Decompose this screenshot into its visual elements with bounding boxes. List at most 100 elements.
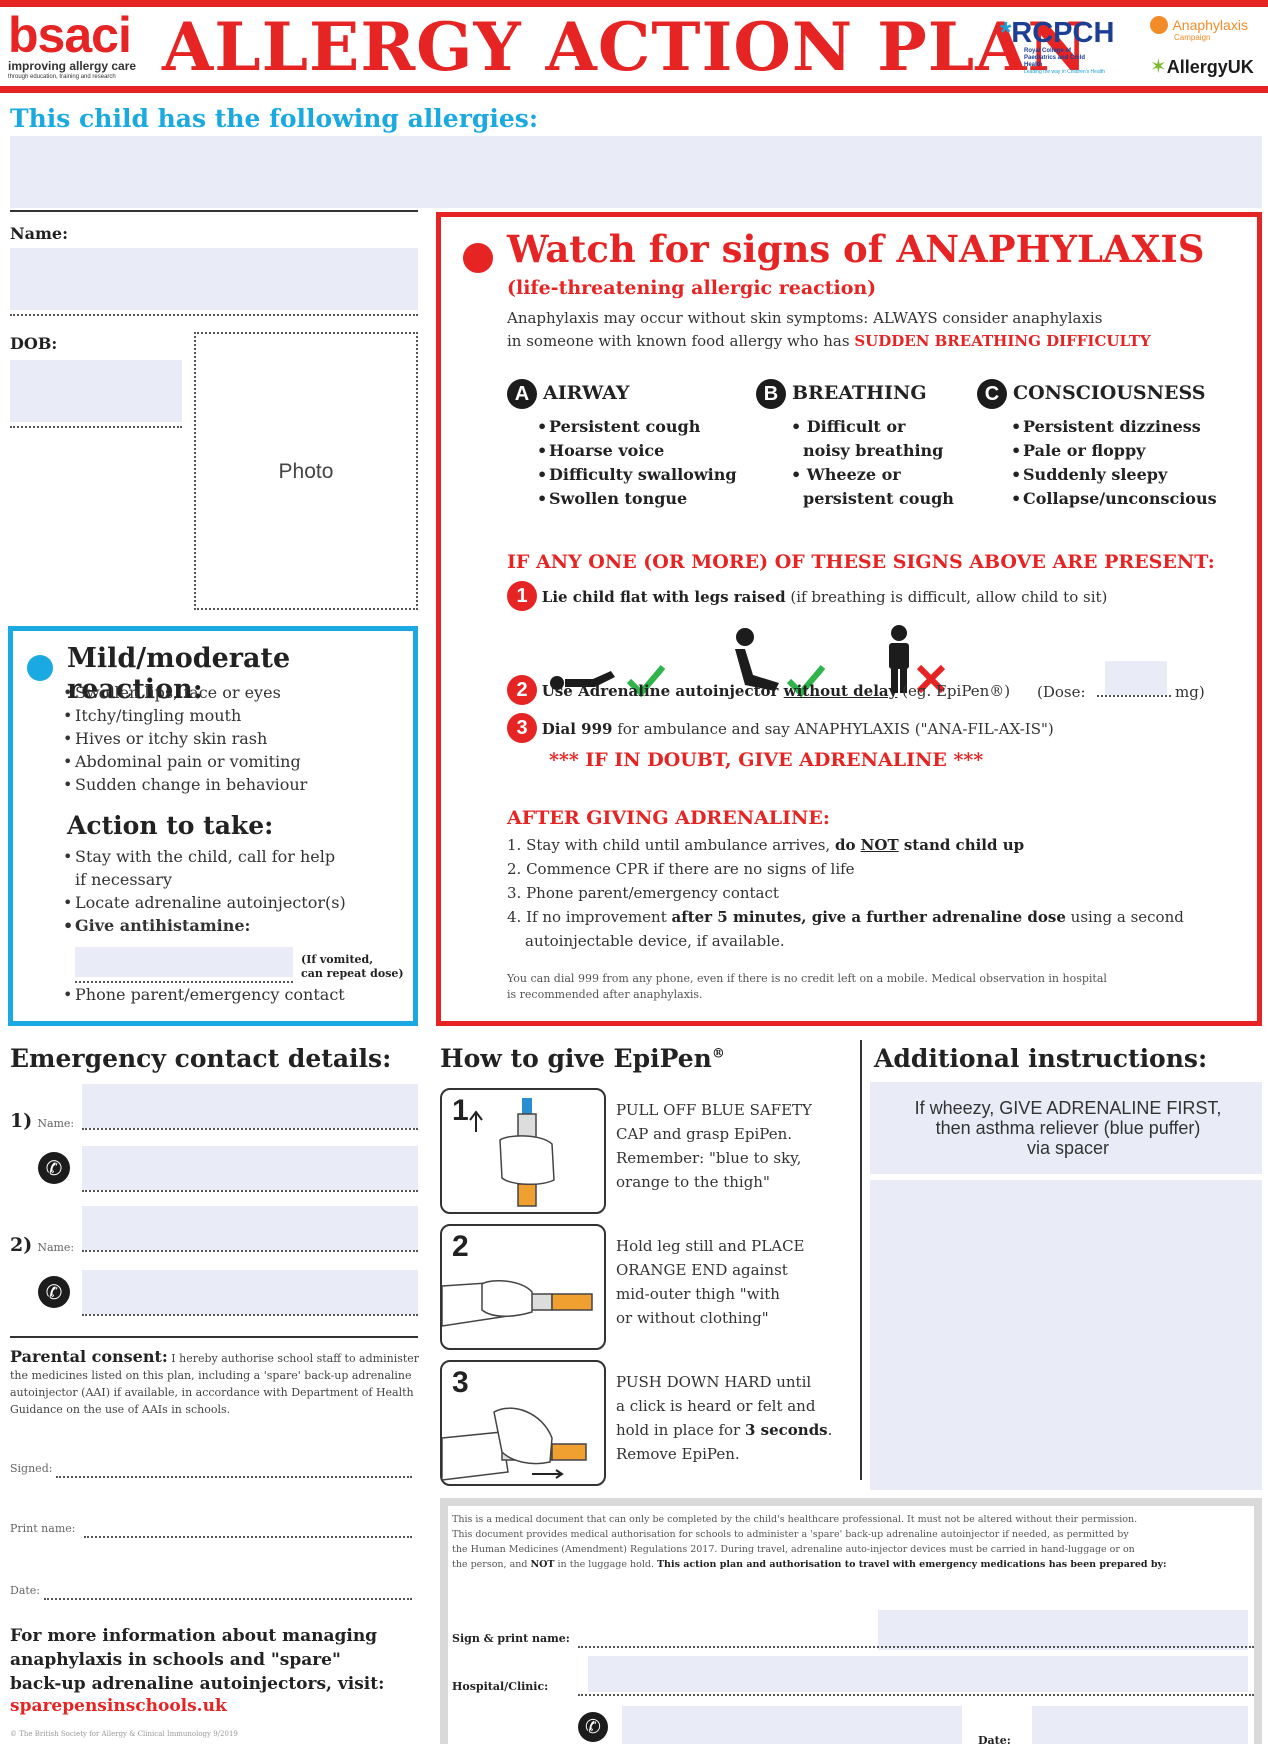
allergyuk-logo: ✶AllergyUK xyxy=(1150,56,1254,78)
list-item: Persistent cough xyxy=(537,415,737,439)
auth-date-field[interactable] xyxy=(1032,1706,1248,1744)
sign-field[interactable] xyxy=(578,1646,1254,1648)
hospital-field-fill[interactable] xyxy=(588,1656,1248,1692)
contact-1-label: 1) Name: xyxy=(10,1110,75,1132)
red-dot-icon xyxy=(463,243,493,273)
list-item: noisy breathing xyxy=(803,441,944,460)
sparepens-link[interactable]: sparepensinschools.uk xyxy=(10,1696,227,1716)
list-item: 1. Stay with child until ambulance arriv… xyxy=(507,836,1025,854)
emergency-heading: Emergency contact details: xyxy=(10,1044,392,1073)
dotline xyxy=(10,426,182,428)
dotline xyxy=(82,1314,418,1316)
list-item: Swollen lips, face or eyes xyxy=(63,681,307,704)
list-item: Phone parent/emergency contact xyxy=(63,983,345,1006)
divider xyxy=(10,210,418,212)
allergies-heading: This child has the following allergies: xyxy=(10,104,539,133)
header-red-bar xyxy=(0,86,1268,93)
list-item: Difficulty swallowing xyxy=(537,463,737,487)
list-item: Locate adrenaline autoinjector(s) xyxy=(63,891,346,914)
epipen-step-2-text: Hold leg still and PLACE ORANGE END again… xyxy=(616,1237,805,1327)
additional-instructions-field[interactable]: If wheezy, GIVE ADRENALINE FIRST, then a… xyxy=(870,1082,1262,1174)
page-title: ALLERGY ACTION PLAN xyxy=(162,8,1089,86)
action-heading: Action to take: xyxy=(67,811,274,840)
anaphylaxis-subheading: (life-threatening allergic reaction) xyxy=(507,277,877,299)
anaphylaxis-footnote: You can dial 999 from any phone, even if… xyxy=(507,972,1107,1001)
dob-label: DOB: xyxy=(10,334,58,353)
authorisation-text: This is a medical document that can only… xyxy=(452,1514,1167,1570)
list-item: Swollen tongue xyxy=(537,487,737,511)
photo-box[interactable]: Photo xyxy=(194,332,418,610)
additional-instructions-extra-field[interactable] xyxy=(870,1180,1262,1490)
signed-field[interactable] xyxy=(56,1476,412,1478)
phone-icon: ✆ xyxy=(38,1152,70,1184)
mild-symptoms: Swollen lips, face or eyes Itchy/tinglin… xyxy=(63,681,307,796)
breathing-list: • Difficult or noisy breathing • Wheeze … xyxy=(791,415,954,511)
list-item: 3. Phone parent/emergency contact xyxy=(507,884,779,902)
list-item: 4. If no improvement after 5 minutes, gi… xyxy=(507,908,1184,926)
phone-icon: ✆ xyxy=(578,1712,608,1742)
print-name-field[interactable] xyxy=(84,1536,412,1538)
arrow-right-icon xyxy=(532,1469,564,1479)
after-list: 1. Stay with child until ambulance arriv… xyxy=(507,833,1184,953)
antihistamine-note: (If vomited, can repeat dose) xyxy=(301,953,404,980)
consciousness-heading: C CONSCIOUSNESS xyxy=(977,379,1206,409)
contact-1-name-field[interactable] xyxy=(82,1084,418,1128)
letter-a-icon: A xyxy=(507,379,537,409)
epipen-heading: How to give EpiPen® xyxy=(440,1044,725,1073)
epipen-step-1-image: 1 xyxy=(440,1088,606,1214)
dob-field[interactable] xyxy=(10,360,182,422)
list-item: Persistent dizziness xyxy=(1011,415,1217,439)
list-item: Hoarse voice xyxy=(537,439,737,463)
photo-label: Photo xyxy=(278,460,334,483)
epipen-step-3-image: 3 xyxy=(440,1360,606,1486)
list-item: Hives or itchy skin rash xyxy=(63,727,307,750)
epipen-step-2-image: 2 xyxy=(440,1224,606,1350)
signed-label: Signed: xyxy=(10,1462,53,1475)
list-item: Sudden change in behaviour xyxy=(63,773,307,796)
epipen-step-1-text: PULL OFF BLUE SAFETY CAP and grasp EpiPen… xyxy=(616,1101,812,1191)
hospital-field[interactable] xyxy=(578,1694,1254,1696)
hospital-label: Hospital/Clinic: xyxy=(452,1680,549,1693)
anaphylaxis-intro: Anaphylaxis may occur without skin sympt… xyxy=(507,309,1151,350)
sign-label: Sign & print name: xyxy=(452,1632,570,1645)
date-field[interactable] xyxy=(44,1598,412,1600)
contact-2-name-field[interactable] xyxy=(82,1206,418,1250)
copyright: © The British Society for Allergy & Clin… xyxy=(10,1730,238,1738)
allergies-field[interactable] xyxy=(10,136,1262,208)
action-list-end: Phone parent/emergency contact xyxy=(63,983,345,1006)
more-info: For more information about managing anap… xyxy=(10,1626,385,1694)
dotline xyxy=(82,1190,418,1192)
print-name-label: Print name: xyxy=(10,1522,76,1535)
contact-2-phone-field[interactable] xyxy=(82,1270,418,1314)
airway-heading: A AIRWAY xyxy=(507,379,629,409)
step-2: 2 Use Adrenaline autoinjector without de… xyxy=(507,675,1010,705)
contact-1-phone-field[interactable] xyxy=(82,1146,418,1190)
consciousness-list: Persistent dizziness Pale or floppy Sudd… xyxy=(1011,415,1217,511)
mild-reaction-box: Mild/moderate reaction: Swollen lips, fa… xyxy=(8,626,418,1026)
step-3: 3 Dial 999 for ambulance and say ANAPHYL… xyxy=(507,713,1054,743)
authorisation-box: This is a medical document that can only… xyxy=(440,1498,1262,1744)
dotline xyxy=(82,1128,418,1130)
auth-date-label: Date: xyxy=(978,1734,1011,1744)
dotline xyxy=(1097,695,1171,697)
top-red-bar xyxy=(0,0,1268,7)
list-item: Abdominal pain or vomiting xyxy=(63,750,307,773)
hospital-phone-field[interactable] xyxy=(622,1706,962,1744)
list-item: Itchy/tingling mouth xyxy=(63,704,307,727)
parental-consent: Parental consent: I hereby authorise sch… xyxy=(10,1347,420,1416)
phone-icon: ✆ xyxy=(38,1276,70,1308)
letter-c-icon: C xyxy=(977,379,1007,409)
column-divider xyxy=(860,1040,862,1480)
list-item: autoinjectable device, if available. xyxy=(525,932,785,950)
airway-list: Persistent cough Hoarse voice Difficulty… xyxy=(537,415,737,511)
epipen-step-3-text: PUSH DOWN HARD until a click is heard or … xyxy=(616,1373,833,1463)
dose-field[interactable] xyxy=(1105,661,1167,695)
action-list: Stay with the child, call for helpif nec… xyxy=(63,845,346,937)
list-item: persistent cough xyxy=(803,489,954,508)
step-3-number: 3 xyxy=(507,713,537,743)
after-heading: AFTER GIVING ADRENALINE: xyxy=(507,807,830,829)
arrow-up-icon xyxy=(469,1110,483,1132)
sign-field-fill[interactable] xyxy=(878,1610,1248,1650)
antihistamine-field[interactable] xyxy=(75,947,293,977)
name-field[interactable] xyxy=(10,248,418,310)
